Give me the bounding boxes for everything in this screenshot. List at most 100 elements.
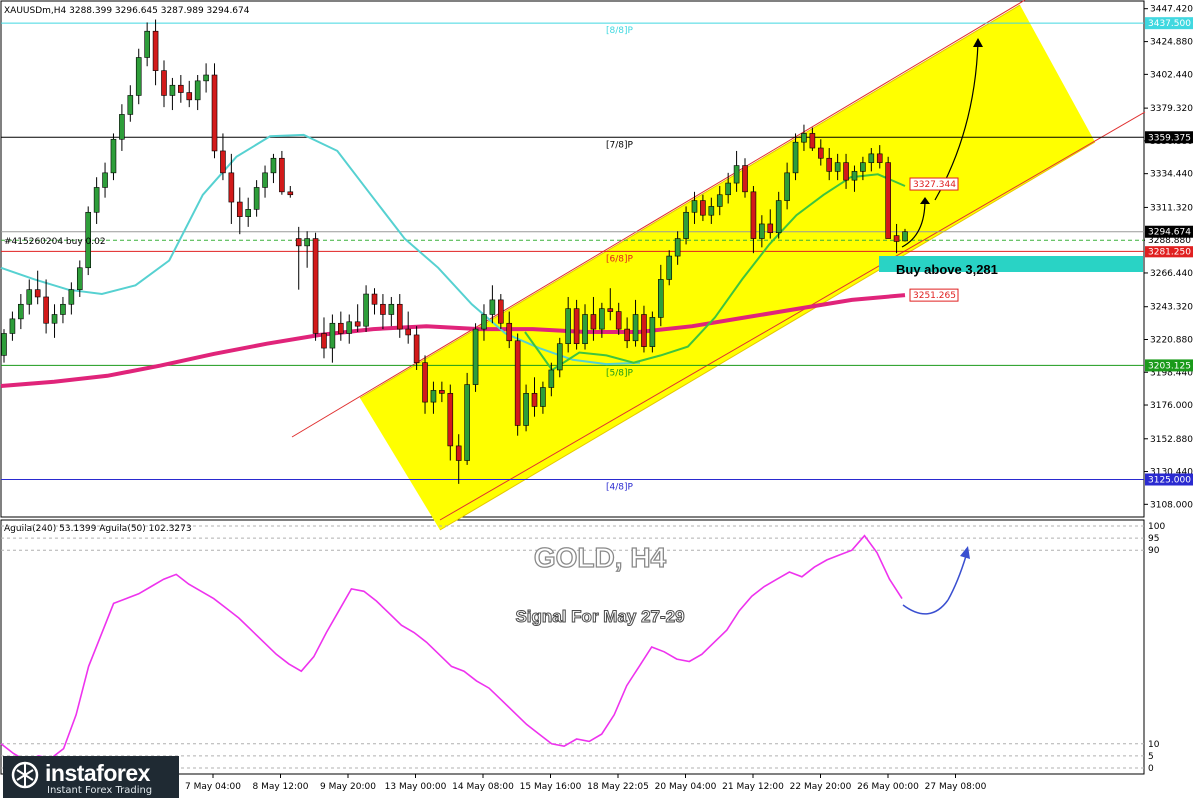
candle-body [767,223,774,234]
candle-body [396,303,403,330]
candle-body [481,314,487,330]
candle-body [371,293,378,305]
candle-body [759,223,765,239]
time-tick-label: 9 May 20:00 [320,782,376,792]
price-tick-label: 3447.420 [1150,5,1193,15]
time-tick-label: 13 May 00:00 [385,782,447,792]
time-tick-label: 8 May 12:00 [253,782,309,792]
candle-body [169,84,176,96]
candle-body [1,333,7,356]
candle-body [119,114,125,140]
candle-body [422,362,428,403]
candle-body [860,162,866,172]
price-tick-label: 3243.320 [1150,303,1193,313]
price-tag-text: 3437.500 [1148,19,1191,29]
candle-body [868,153,875,163]
candle-body [548,369,555,388]
candle-body [304,238,310,247]
price-tick-label: 3152.880 [1150,435,1193,445]
candle-body [203,74,209,82]
candle-body [135,57,142,96]
candle-body [354,321,361,327]
candle-body [220,150,226,174]
candle-body [321,333,327,349]
candle-body [430,390,437,403]
candle-body [531,393,538,407]
time-tick-label: 20 May 04:00 [655,782,717,792]
candle-body [666,255,673,280]
candle-body [60,303,66,315]
blue-arrow-head [960,546,970,559]
instaforex-logo: instaforex Instant Forex Trading [3,756,179,798]
candle-body [76,267,83,290]
symbol-info: XAUUSDm,H4 3288.399 3296.645 3287.989 32… [4,6,250,16]
time-tick-label: 18 May 22:05 [587,782,649,792]
candle-body [792,141,799,174]
candle-body [253,187,260,210]
candle-body [338,322,344,334]
price-tick-label: 3379.320 [1150,104,1193,114]
candle-body [750,191,757,239]
candle-body [540,387,546,407]
gold-h4-chart[interactable]: [8/8]P [7/8]P [6/8]P [5/8]P [4/8]P Buy above… [0,0,1200,800]
candle-body [279,157,285,193]
candle-body [801,133,807,143]
candle-body [127,95,134,115]
candle-body [464,384,470,461]
candle-body [329,322,336,349]
time-tick-label: 27 May 08:00 [925,782,987,792]
candle-body [624,328,630,342]
murrey-label: [4/8]P [606,482,634,492]
logo-subtitle: Instant Forex Trading [47,785,153,796]
order-info: #415260204 buy 0.02 [4,237,106,247]
candle-body [68,289,75,305]
candle-body [514,340,521,426]
price-tick-label: 3402.440 [1150,70,1193,80]
candle-body [691,200,698,213]
candle-body [439,390,445,394]
price-axis: 3447.4203424.8803402.4403379.3203356.880… [1144,5,1193,510]
price-tag-text: 3203.125 [1148,361,1191,371]
candle-body [447,393,454,447]
candle-body [851,171,858,181]
candle-body [809,133,816,149]
candle-body [262,172,268,188]
price-tag-text: 3125.000 [1148,475,1191,485]
price-tick-label: 3176.000 [1150,401,1193,411]
price-tag-text: 3281.250 [1148,247,1191,257]
candle-body [893,235,900,242]
oscillator-level-label: 5 [1148,752,1154,762]
murrey-label: [8/8]P [606,26,634,36]
candle-body [683,211,689,239]
candle-body [194,80,201,101]
candle-body [26,289,33,305]
overlay-title: GOLD, H4 [534,542,667,573]
oscillator-level-label: 100 [1148,522,1165,532]
candle-body [178,84,184,93]
candle-body [817,147,824,159]
price-tick-label: 3311.320 [1150,203,1193,213]
candle-body [632,314,639,342]
time-tick-label: 22 May 20:00 [790,782,852,792]
candle-body [9,318,16,334]
candle-body [110,138,117,174]
time-tick-label: 14 May 08:00 [452,782,514,792]
oscillator-level-label: 0 [1148,764,1154,774]
candle-body [674,238,681,257]
candle-body [885,162,891,239]
candle-body [573,308,580,344]
price-tag-text: 3359.375 [1148,133,1191,143]
candle-body [784,172,790,201]
candle-body [380,303,386,315]
murrey-label: [7/8]P [606,140,634,150]
price-tick-label: 3108.000 [1150,500,1193,510]
time-tick-label: 15 May 16:00 [520,782,582,792]
candle-body [599,308,605,330]
candle-body [708,206,715,216]
candle-body [405,328,411,336]
oscillator-level-label: 90 [1148,546,1160,556]
oscillator-level-label: 10 [1148,740,1160,750]
candle-body [388,303,395,315]
candle-body [346,321,353,334]
candle-body [843,162,849,181]
